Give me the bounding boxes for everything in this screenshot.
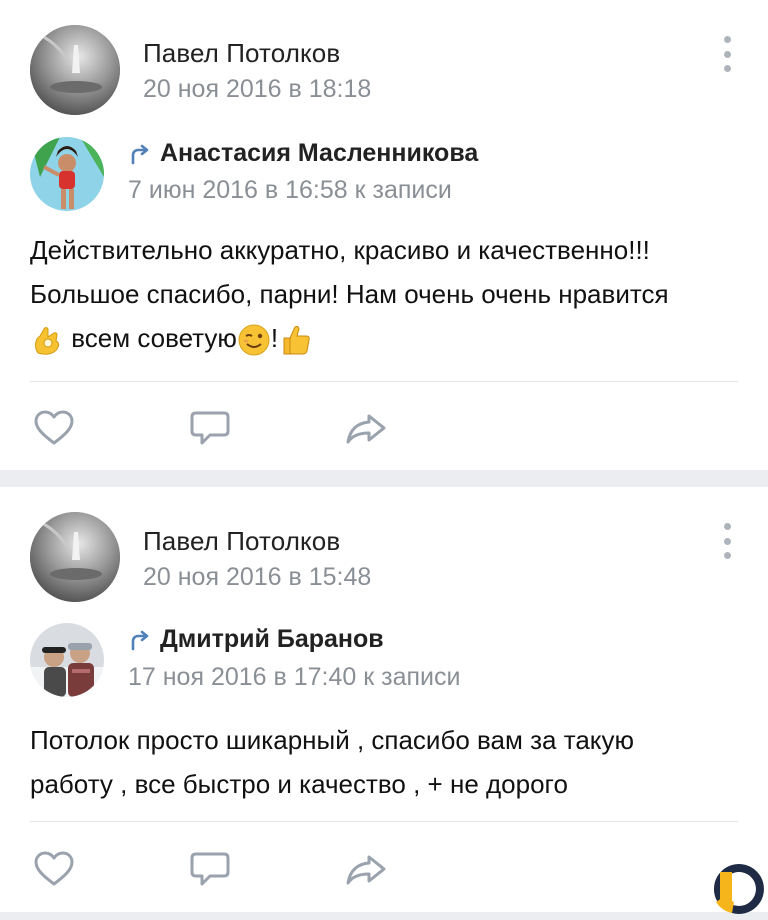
repost-arrow-icon xyxy=(131,630,149,651)
repost-avatar[interactable] xyxy=(30,623,104,697)
author-avatar[interactable] xyxy=(30,512,120,602)
repost-arrow-icon xyxy=(131,144,149,165)
watermark-logo xyxy=(713,864,764,914)
heart-icon[interactable] xyxy=(32,849,76,889)
author-name[interactable]: Павел Потолков xyxy=(143,38,340,69)
post-text-line: Потолок просто шикарный , спасибо вам за… xyxy=(30,725,634,755)
share-icon[interactable] xyxy=(344,408,388,448)
repost-author-name[interactable]: Дмитрий Баранов xyxy=(160,625,384,654)
repost-author-name[interactable]: Анастасия Масленникова xyxy=(160,139,478,168)
post-text: Потолок просто шикарный , спасибо вам за… xyxy=(30,718,750,806)
repost-avatar[interactable] xyxy=(30,137,104,211)
post-date[interactable]: 20 ноя 2016 в 15:48 xyxy=(143,563,371,592)
ok-hand-emoji xyxy=(35,327,60,355)
post-text-segment: ! xyxy=(270,323,279,353)
comment-icon[interactable] xyxy=(188,408,232,448)
post-text-line: работу , все быстро и качество , + не до… xyxy=(30,769,568,799)
divider xyxy=(30,381,738,382)
repost-date[interactable]: 7 июн 2016 в 16:58 к записи xyxy=(128,176,452,205)
post-text-segment: всем советую xyxy=(71,323,237,353)
more-vertical-icon[interactable] xyxy=(718,523,736,559)
repost-date[interactable]: 17 ноя 2016 в 17:40 к записи xyxy=(128,663,460,692)
author-name[interactable]: Павел Потолков xyxy=(143,526,340,557)
post-card: Павел Потолков 20 ноя 2016 в 18:18 Анаст… xyxy=(0,0,768,470)
post-text: Действительно аккуратно, красиво и качес… xyxy=(30,228,750,360)
divider xyxy=(30,821,738,822)
share-icon[interactable] xyxy=(344,849,388,889)
more-vertical-icon[interactable] xyxy=(718,36,736,72)
winking-face-emoji xyxy=(238,324,270,356)
post-text-line: Большое спасибо, парни! Нам очень очень … xyxy=(30,279,669,309)
author-avatar[interactable] xyxy=(30,25,120,115)
post-text-line: всем советую ! xyxy=(30,316,750,360)
post-date[interactable]: 20 ноя 2016 в 18:18 xyxy=(143,75,371,104)
heart-icon[interactable] xyxy=(32,408,76,448)
post-card: Павел Потолков 20 ноя 2016 в 15:48 Дмитр… xyxy=(0,487,768,912)
thumbs-up-emoji xyxy=(283,325,310,355)
post-text-line: Действительно аккуратно, красиво и качес… xyxy=(30,235,650,265)
comment-icon[interactable] xyxy=(188,849,232,889)
